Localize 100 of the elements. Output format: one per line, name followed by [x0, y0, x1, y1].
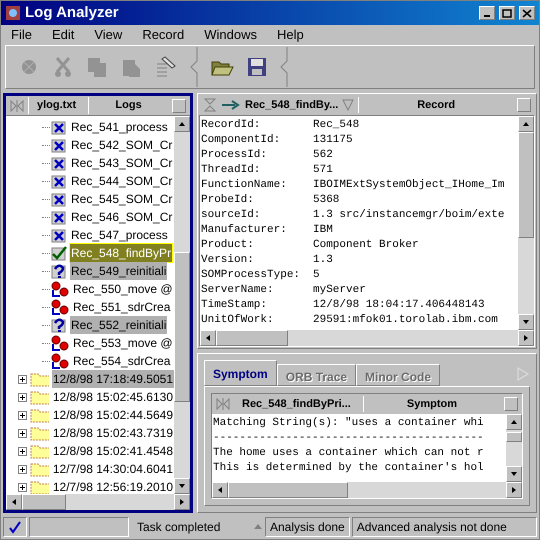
tree-item[interactable]: 12/8/98 15:02:44.5649 — [52, 406, 174, 424]
expand-toggle[interactable] — [18, 482, 27, 492]
tree-item[interactable]: Rec_547_process — [70, 226, 169, 244]
scroll-left-button[interactable] — [212, 482, 228, 498]
symptom-text-line: Matching String(s): "uses a container whi — [213, 416, 484, 431]
tree-item[interactable]: Rec_551_sdrCrea — [72, 298, 172, 316]
scroll-right-button[interactable] — [174, 494, 190, 510]
field-name: Manufacturer: — [201, 223, 288, 238]
tree-item[interactable]: Rec_548_findByPr — [70, 244, 172, 262]
field-value: 1.3 src/instancemgr/boim/exte — [313, 208, 504, 223]
close-button[interactable] — [519, 6, 535, 20]
maximize-icon — [502, 8, 512, 18]
tree-item[interactable]: 12/8/98 15:02:43.7319 — [52, 424, 174, 442]
scroll-left-button[interactable] — [6, 494, 22, 510]
tree-item[interactable]: Rec_545_SOM_Cr — [70, 190, 174, 208]
field-name: ProbeId: — [201, 193, 255, 208]
tree-item[interactable]: Rec_546_SOM_Cr — [70, 208, 174, 226]
tree-item[interactable]: 12/7/98 12:56:19.2010 — [52, 478, 174, 494]
field-name: UnitOfWork: — [201, 313, 275, 328]
field-name: SOMProcessType: — [201, 268, 302, 283]
tree-item[interactable]: 12/8/98 15:02:41.4548 — [52, 442, 174, 460]
tree-item[interactable]: Rec_552_reinitiali — [70, 316, 168, 334]
panel-tab[interactable]: Rec_548_findByPri... — [234, 396, 359, 412]
tree-item[interactable]: Rec_553_move @ — [72, 334, 174, 352]
scroll-up-button[interactable] — [518, 116, 534, 132]
scroll-up-button[interactable] — [506, 414, 522, 430]
maximize-button[interactable] — [499, 6, 515, 20]
scroll-right-button[interactable] — [518, 330, 534, 346]
field-value: Component Broker — [313, 238, 419, 253]
symptom-text-line: ----------------------------------------- — [213, 431, 484, 446]
field-value: 562 — [313, 148, 333, 163]
scrollbar-thumb[interactable] — [174, 252, 190, 402]
maximize-panel-button[interactable] — [517, 98, 531, 112]
expand-toggle[interactable] — [18, 446, 27, 456]
close-icon — [522, 8, 532, 18]
tab[interactable]: Symptom — [204, 360, 277, 386]
tree-item[interactable]: Rec_542_SOM_Cr — [70, 136, 174, 154]
field-name: Version: — [201, 253, 255, 268]
tree-item[interactable]: 12/7/98 14:30:04.6041 — [52, 460, 174, 478]
field-name: sourceId: — [201, 208, 262, 223]
folder-icon — [30, 425, 49, 441]
tree-item[interactable]: Rec_549_reinitiali — [70, 262, 168, 280]
expand-toggle[interactable] — [18, 374, 27, 384]
expand-toggle[interactable] — [18, 392, 27, 402]
advanced-analysis-status: Advanced analysis not done — [352, 517, 537, 537]
maximize-panel-button[interactable] — [172, 98, 186, 112]
expand-toggle[interactable] — [18, 428, 27, 438]
menu-item[interactable]: View — [84, 25, 132, 45]
field-name: TimeStamp: — [201, 298, 268, 313]
tree-item[interactable]: 12/8/98 15:02:45.6130 — [52, 388, 174, 406]
scrollbar-thumb[interactable] — [228, 482, 348, 498]
tree-item[interactable]: Rec_541_process — [70, 118, 169, 136]
task-status: Task completed — [136, 519, 222, 536]
field-value: IBOIMExtSystemObject_IHome_Im — [313, 178, 504, 193]
folder-icon — [30, 389, 49, 405]
panel-tab[interactable]: ylog.txt — [28, 97, 84, 114]
field-value: 29591:mfok01.torolab.ibm.com — [313, 313, 498, 328]
expand-toggle[interactable] — [18, 410, 27, 420]
checkmark-icon — [8, 520, 22, 534]
scrollbar-thumb[interactable] — [22, 494, 66, 510]
tree-item[interactable]: Rec_543_SOM_Cr — [70, 154, 174, 172]
tree-item[interactable]: Rec_544_SOM_Cr — [70, 172, 174, 190]
scrollbar-thumb[interactable] — [518, 132, 534, 238]
pencil-note-icon[interactable] — [154, 56, 178, 78]
scroll-up-button[interactable] — [174, 116, 190, 132]
field-value: 5 — [313, 268, 320, 283]
scrollbar-thumb[interactable] — [216, 330, 288, 346]
panel-title: Logs — [88, 97, 168, 114]
tree-item[interactable]: Rec_550_move @ — [72, 280, 174, 298]
panel-title: Record — [358, 96, 513, 114]
scrollbar-thumb[interactable] — [506, 432, 522, 442]
menu-item[interactable]: Windows — [194, 25, 267, 45]
analysis-status: Analysis done — [265, 517, 350, 537]
scroll-down-button[interactable] — [518, 314, 534, 330]
scroll-down-button[interactable] — [506, 466, 522, 482]
symptom-text-line: The home uses a container which can not r — [213, 446, 484, 461]
tree-item[interactable]: 12/8/98 17:18:49.5051 — [52, 370, 174, 388]
field-value: IBM — [313, 223, 333, 238]
field-value: 12/8/98 18:04:17.406448143 — [313, 298, 485, 313]
menu-item[interactable]: Edit — [42, 25, 84, 45]
field-value: 1.3 — [313, 253, 333, 268]
scroll-right-button[interactable] — [506, 482, 522, 498]
minimize-button[interactable] — [479, 6, 495, 20]
field-value: Rec_548 — [313, 118, 360, 133]
field-name: Product: — [201, 238, 255, 253]
toolbar-separator-icon — [280, 47, 288, 87]
folder-icon — [30, 461, 49, 477]
folder-icon — [30, 443, 49, 459]
field-value: myServer — [313, 283, 366, 298]
menu-item[interactable]: Help — [266, 25, 314, 45]
menu-item[interactable]: Record — [132, 25, 194, 45]
maximize-panel-button[interactable] — [504, 397, 518, 411]
menu-item[interactable]: File — [1, 25, 42, 45]
panel-tab[interactable]: Rec_548_findBy... — [245, 96, 338, 114]
scroll-down-button[interactable] — [174, 478, 190, 494]
scroll-left-button[interactable] — [200, 330, 216, 346]
tree-item[interactable]: Rec_554_sdrCrea — [72, 352, 172, 370]
field-value: 5368 — [313, 193, 340, 208]
field-value: 571 — [313, 163, 333, 178]
expand-toggle[interactable] — [18, 464, 27, 474]
